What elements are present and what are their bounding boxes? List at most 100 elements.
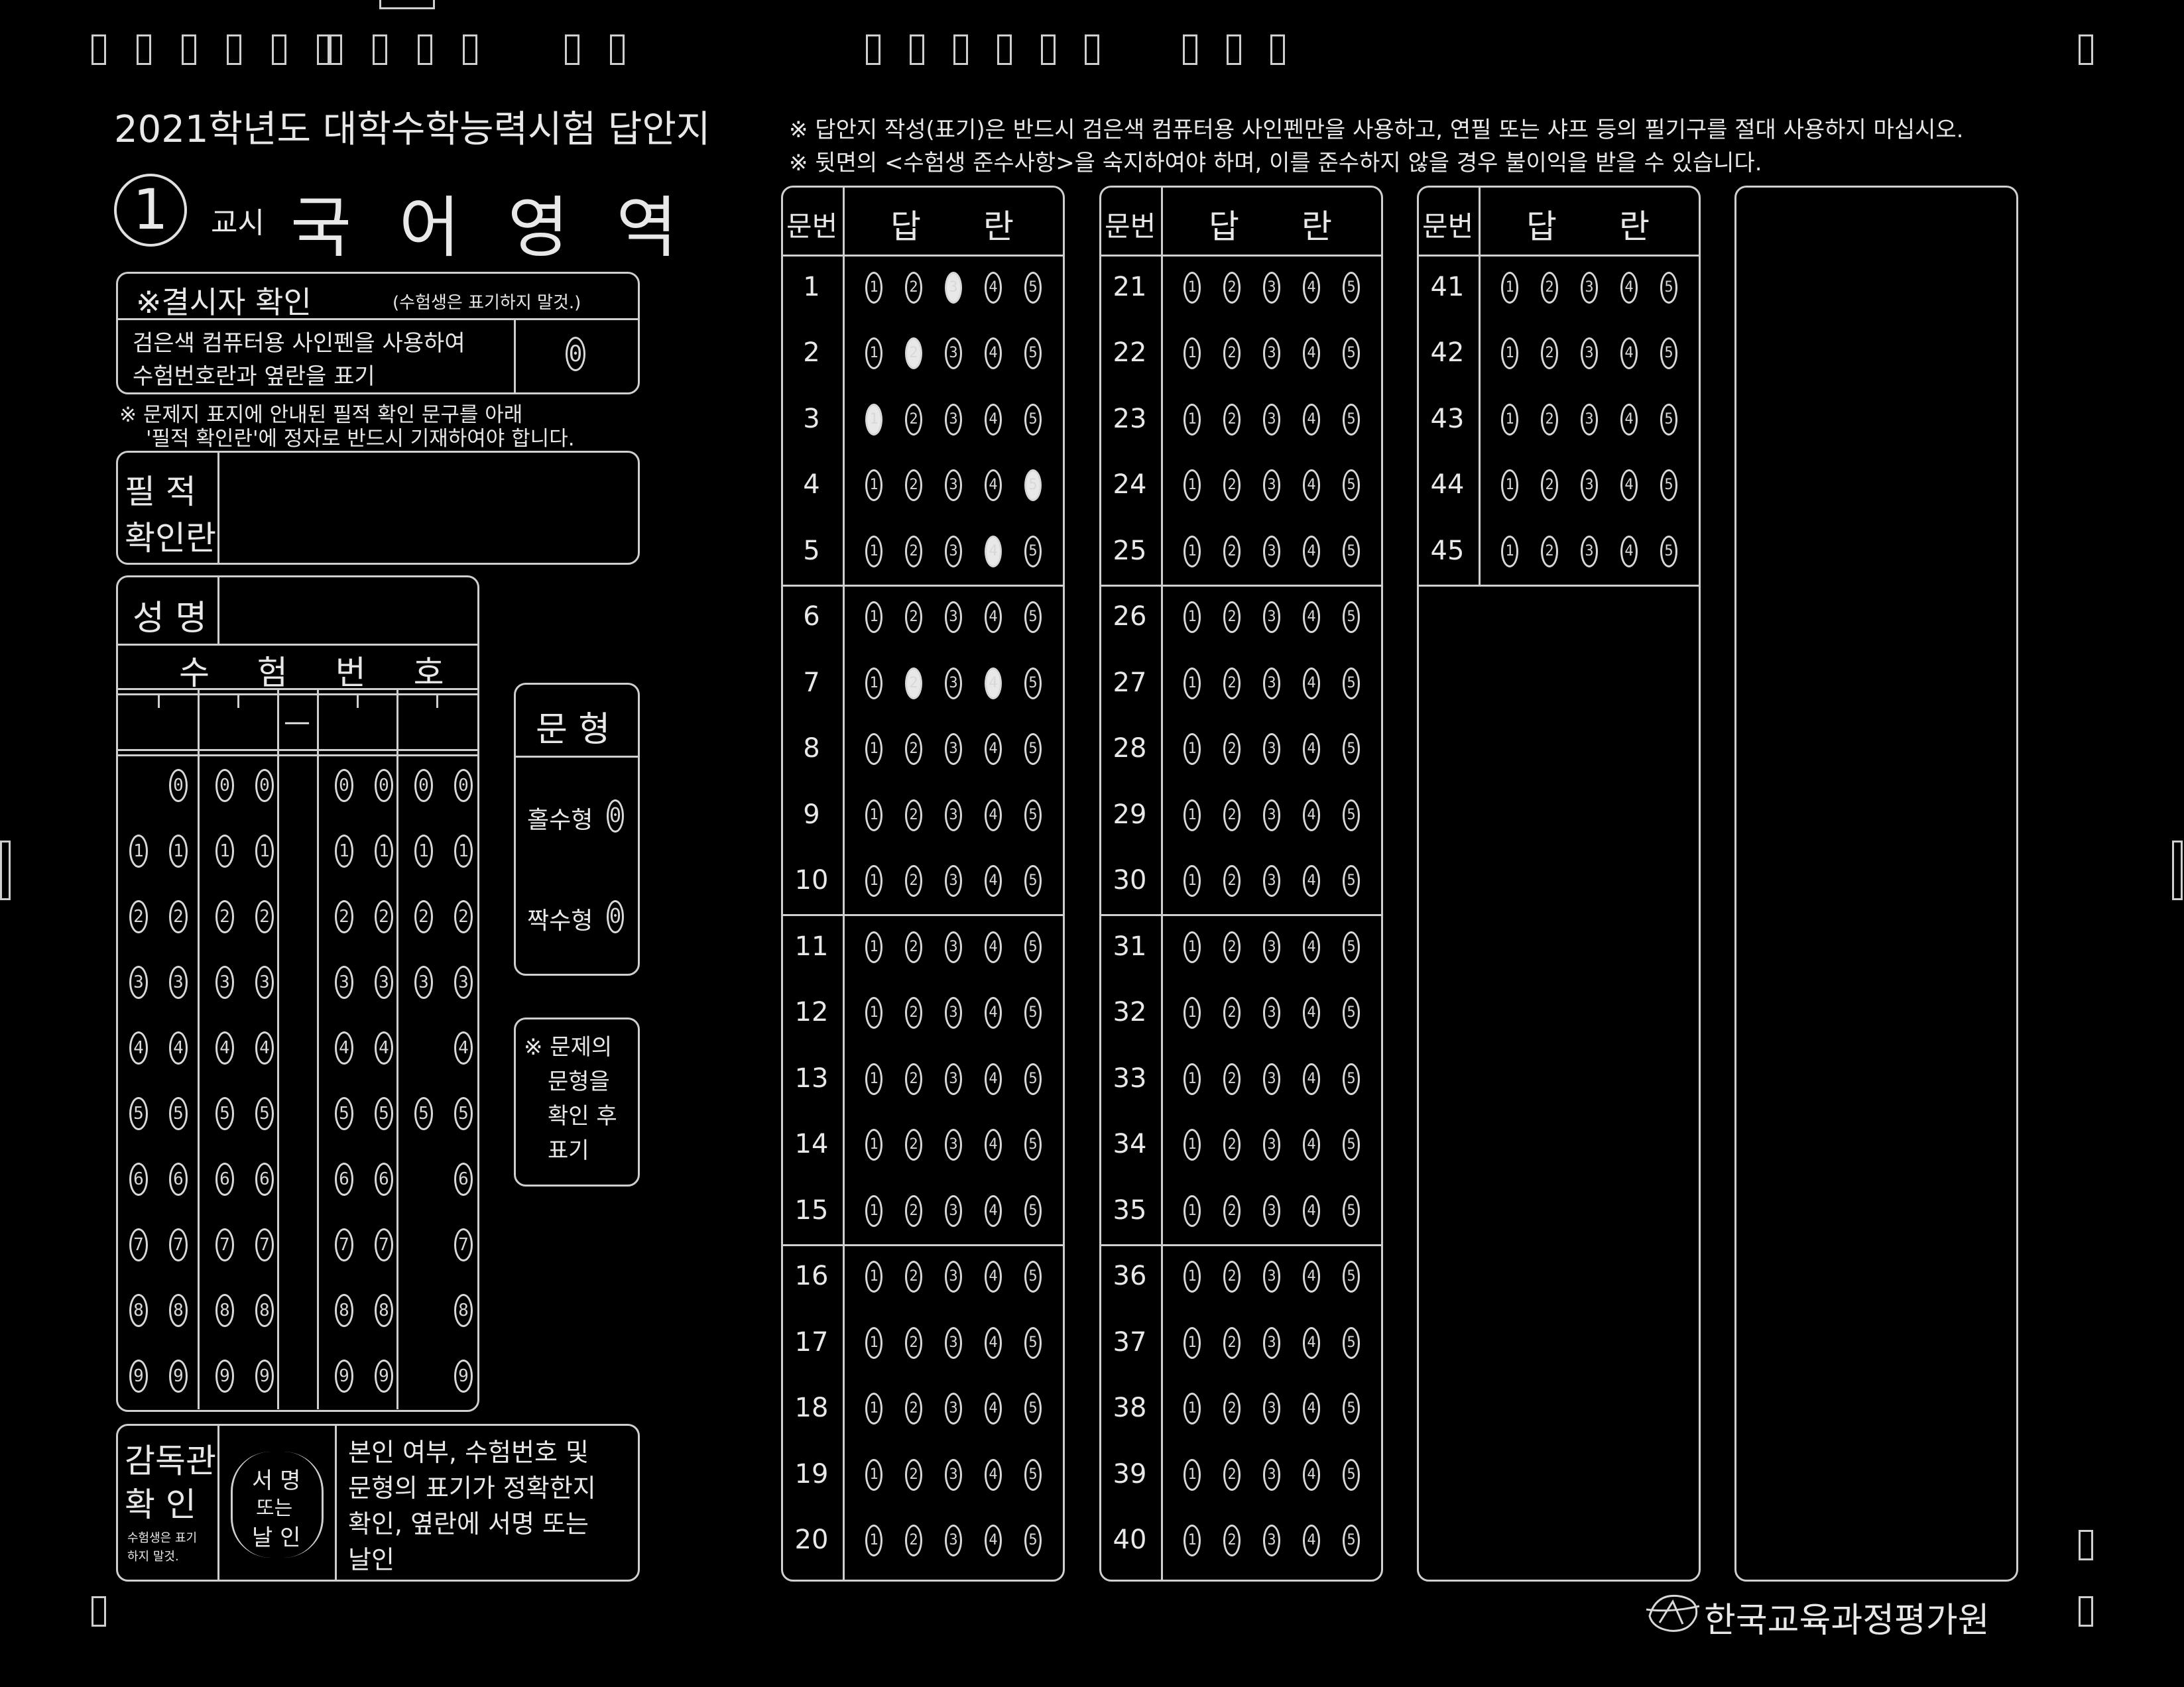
answer-bubble[interactable]: 5 bbox=[1343, 1194, 1360, 1227]
exam-number-bubble[interactable]: 0 bbox=[454, 769, 473, 802]
answer-bubble[interactable]: 4 bbox=[985, 1063, 1002, 1095]
answer-bubble[interactable]: 4 bbox=[985, 667, 1002, 699]
exam-number-bubble[interactable]: 1 bbox=[129, 835, 148, 868]
exam-number-bubble[interactable]: 0 bbox=[375, 769, 393, 802]
answer-bubble[interactable]: 5 bbox=[1660, 469, 1677, 502]
answer-bubble[interactable]: 3 bbox=[945, 667, 962, 699]
exam-number-bubble[interactable]: 9 bbox=[129, 1360, 148, 1393]
answer-bubble[interactable]: 5 bbox=[1343, 997, 1360, 1029]
answer-bubble[interactable]: 5 bbox=[1343, 865, 1360, 898]
exam-number-bubble[interactable]: 4 bbox=[169, 1031, 188, 1065]
answer-bubble[interactable]: 2 bbox=[905, 865, 922, 898]
answer-bubble[interactable]: 2 bbox=[1223, 1326, 1241, 1359]
exam-number-bubble[interactable]: 5 bbox=[335, 1097, 353, 1130]
answer-bubble[interactable]: 2 bbox=[1223, 733, 1241, 766]
exam-number-bubble[interactable]: 5 bbox=[454, 1097, 473, 1130]
answer-bubble[interactable]: 5 bbox=[1024, 271, 1042, 304]
answer-bubble[interactable]: 4 bbox=[985, 1129, 1002, 1161]
answer-bubble[interactable]: 3 bbox=[1581, 337, 1598, 370]
answer-bubble[interactable]: 1 bbox=[1183, 403, 1201, 436]
answer-bubble[interactable]: 2 bbox=[1223, 337, 1241, 370]
exam-number-bubble[interactable]: 3 bbox=[215, 966, 234, 999]
exam-number-bubble[interactable]: 1 bbox=[414, 835, 433, 868]
answer-bubble[interactable]: 1 bbox=[865, 469, 882, 502]
answer-bubble[interactable]: 1 bbox=[865, 799, 882, 831]
answer-bubble[interactable]: 1 bbox=[865, 1326, 882, 1359]
answer-bubble[interactable]: 4 bbox=[1303, 1063, 1320, 1095]
answer-bubble[interactable]: 4 bbox=[1303, 1129, 1320, 1161]
answer-bubble[interactable]: 1 bbox=[1183, 271, 1201, 304]
answer-bubble[interactable]: 1 bbox=[865, 997, 882, 1029]
answer-bubble[interactable]: 1 bbox=[1183, 535, 1201, 567]
answer-bubble[interactable]: 1 bbox=[1183, 865, 1201, 898]
exam-number-bubble[interactable]: 7 bbox=[129, 1228, 148, 1261]
exam-number-bubble[interactable]: 2 bbox=[454, 900, 473, 933]
answer-bubble[interactable]: 5 bbox=[1343, 601, 1360, 634]
exam-number-bubble[interactable]: 1 bbox=[335, 835, 353, 868]
answer-bubble[interactable]: 3 bbox=[1263, 469, 1280, 502]
answer-bubble[interactable]: 5 bbox=[1024, 403, 1042, 436]
answer-bubble[interactable]: 5 bbox=[1024, 1458, 1042, 1491]
answer-bubble[interactable]: 4 bbox=[1303, 733, 1320, 766]
exam-number-bubble[interactable]: 2 bbox=[129, 900, 148, 933]
answer-bubble[interactable]: 2 bbox=[1223, 1458, 1241, 1491]
exam-number-bubble[interactable]: 2 bbox=[215, 900, 234, 933]
answer-bubble[interactable]: 4 bbox=[1303, 1393, 1320, 1425]
answer-bubble[interactable]: 5 bbox=[1024, 469, 1042, 502]
answer-bubble[interactable]: 1 bbox=[865, 1458, 882, 1491]
answer-bubble[interactable]: 4 bbox=[1303, 799, 1320, 831]
answer-bubble[interactable]: 4 bbox=[1620, 337, 1638, 370]
exam-number-bubble[interactable]: 3 bbox=[454, 966, 473, 999]
answer-bubble[interactable]: 4 bbox=[985, 469, 1002, 502]
answer-bubble[interactable]: 4 bbox=[985, 1261, 1002, 1293]
answer-bubble[interactable]: 2 bbox=[1223, 1063, 1241, 1095]
answer-bubble[interactable]: 3 bbox=[945, 1261, 962, 1293]
exam-number-bubble[interactable]: 9 bbox=[255, 1360, 274, 1393]
exam-number-bubble[interactable]: 4 bbox=[129, 1031, 148, 1065]
answer-bubble[interactable]: 2 bbox=[905, 1458, 922, 1491]
answer-bubble[interactable]: 4 bbox=[1620, 403, 1638, 436]
answer-bubble[interactable]: 3 bbox=[945, 337, 962, 370]
answer-bubble[interactable]: 5 bbox=[1024, 1393, 1042, 1425]
answer-bubble[interactable]: 5 bbox=[1343, 535, 1360, 567]
answer-bubble[interactable]: 3 bbox=[1263, 1194, 1280, 1227]
exam-number-bubble[interactable]: 4 bbox=[215, 1031, 234, 1065]
answer-bubble[interactable]: 1 bbox=[1183, 667, 1201, 699]
answer-bubble[interactable]: 4 bbox=[985, 1194, 1002, 1227]
answer-bubble[interactable]: 3 bbox=[945, 601, 962, 634]
exam-number-bubble[interactable]: 8 bbox=[375, 1294, 393, 1327]
answer-bubble[interactable]: 5 bbox=[1343, 1261, 1360, 1293]
answer-bubble[interactable]: 3 bbox=[945, 733, 962, 766]
answer-bubble[interactable]: 1 bbox=[1183, 1393, 1201, 1425]
exam-number-bubble[interactable]: 5 bbox=[129, 1097, 148, 1130]
answer-bubble[interactable]: 1 bbox=[1501, 337, 1518, 370]
exam-number-bubble[interactable]: 9 bbox=[454, 1360, 473, 1393]
type-odd-bubble[interactable]: 0 bbox=[607, 799, 624, 833]
answer-bubble[interactable]: 4 bbox=[1303, 1194, 1320, 1227]
answer-bubble[interactable]: 5 bbox=[1024, 535, 1042, 567]
exam-number-bubble[interactable]: 2 bbox=[335, 900, 353, 933]
answer-bubble[interactable]: 2 bbox=[1223, 1129, 1241, 1161]
answer-bubble[interactable]: 2 bbox=[905, 997, 922, 1029]
exam-number-bubble[interactable]: 5 bbox=[215, 1097, 234, 1130]
exam-number-bubble[interactable]: 7 bbox=[454, 1228, 473, 1261]
answer-bubble[interactable]: 2 bbox=[1223, 931, 1241, 963]
answer-bubble[interactable]: 1 bbox=[865, 931, 882, 963]
exam-number-bubble[interactable]: 5 bbox=[414, 1097, 433, 1130]
answer-bubble[interactable]: 3 bbox=[1263, 667, 1280, 699]
exam-number-bubble[interactable]: 3 bbox=[375, 966, 393, 999]
exam-number-bubble[interactable]: 7 bbox=[215, 1228, 234, 1261]
answer-bubble[interactable]: 5 bbox=[1343, 469, 1360, 502]
answer-bubble[interactable]: 1 bbox=[1501, 535, 1518, 567]
answer-bubble[interactable]: 5 bbox=[1024, 733, 1042, 766]
exam-number-bubble[interactable]: 3 bbox=[414, 966, 433, 999]
exam-number-bubble[interactable]: 0 bbox=[215, 769, 234, 802]
answer-bubble[interactable]: 4 bbox=[1303, 1458, 1320, 1491]
answer-bubble[interactable]: 2 bbox=[905, 337, 922, 370]
answer-bubble[interactable]: 3 bbox=[1263, 1129, 1280, 1161]
answer-bubble[interactable]: 4 bbox=[985, 1458, 1002, 1491]
answer-bubble[interactable]: 5 bbox=[1024, 601, 1042, 634]
answer-bubble[interactable]: 2 bbox=[1223, 667, 1241, 699]
answer-bubble[interactable]: 2 bbox=[905, 469, 922, 502]
exam-number-bubble[interactable]: 6 bbox=[375, 1163, 393, 1196]
